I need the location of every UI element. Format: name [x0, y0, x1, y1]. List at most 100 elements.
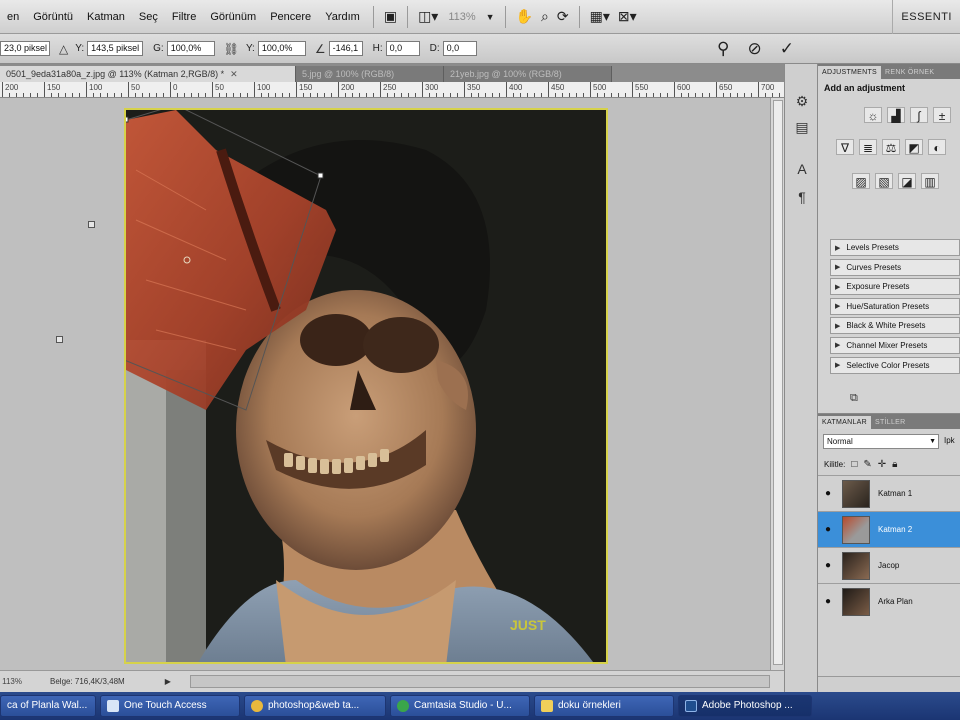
screen-toggle-icon[interactable]: ⊠▾ — [614, 5, 641, 29]
visibility-eye-icon[interactable]: ● — [818, 524, 838, 535]
taskbar-item-camtasia[interactable]: Camtasia Studio - U... — [390, 695, 530, 717]
tab-styles[interactable]: STİLLER — [871, 416, 910, 429]
taskbar-item-folder[interactable]: doku örnekleri — [534, 695, 674, 717]
lock-transparency-icon[interactable]: □ — [851, 459, 857, 470]
ruler-label: 150 — [47, 83, 61, 92]
zoom-icon[interactable]: ⌕ — [537, 5, 553, 29]
transform-handle[interactable] — [126, 116, 129, 123]
transform-center-point[interactable] — [183, 256, 191, 264]
lock-all-icon[interactable]: 🔒︎ — [892, 459, 897, 470]
layer-row-background[interactable]: ● Arka Plan — [818, 583, 960, 619]
preset-exposure[interactable]: ▶ Exposure Presets — [830, 278, 960, 296]
folder-icon — [541, 700, 553, 712]
x-position-field[interactable]: 23,0 piksel — [0, 41, 50, 56]
link-icon[interactable]: △ — [59, 42, 68, 56]
tab-document-2[interactable]: 5.jpg @ 100% (RGB/8) — [296, 66, 444, 82]
transform-handle-bottom-left[interactable] — [56, 336, 63, 343]
commit-transform-icon[interactable]: ✓ — [780, 39, 794, 59]
horizontal-scrollbar[interactable] — [190, 675, 770, 688]
actions-icon[interactable]: ▤ — [793, 118, 811, 136]
vertical-scrollbar-thumb[interactable] — [773, 100, 783, 665]
taskbar-item-browser[interactable]: photoshop&web ta... — [244, 695, 386, 717]
preset-selective-color[interactable]: ▶ Selective Color Presets — [830, 356, 960, 374]
status-arrow-icon[interactable]: ▶ — [165, 677, 171, 686]
history-icon[interactable]: ⚙ — [793, 92, 811, 110]
zoom-level[interactable]: 113% — [442, 11, 481, 23]
transform-bounding-box[interactable] — [126, 110, 608, 664]
preset-curves[interactable]: ▶ Curves Presets — [830, 258, 960, 276]
hand-icon[interactable]: ✋ — [512, 5, 537, 29]
chain-icon[interactable]: ⛓ — [224, 42, 239, 56]
threshold-icon[interactable]: ◪ — [898, 173, 916, 189]
clip-to-layer-icon[interactable]: ⧉ — [850, 392, 858, 405]
preset-levels[interactable]: ▶ Levels Presets — [830, 239, 960, 256]
bridge-icon[interactable]: ▣ — [380, 5, 401, 29]
paragraph-icon[interactable]: ¶ — [793, 188, 811, 206]
cancel-transform-icon[interactable]: ⊘ — [748, 39, 762, 59]
menu-item-image[interactable]: en — [0, 0, 26, 34]
curves-icon[interactable]: ∫ — [910, 107, 928, 123]
menu-item-window[interactable]: Pencere — [263, 0, 318, 34]
menu-item-view2[interactable]: Görünüm — [203, 0, 263, 34]
tab-swatches[interactable]: RENK ÖRNEK — [881, 66, 938, 79]
invert-icon[interactable]: ▨ — [852, 173, 870, 189]
height-field[interactable]: 100,0% — [257, 41, 306, 56]
menu-item-select[interactable]: Seç — [132, 0, 165, 34]
lock-pixels-icon[interactable]: ✎ — [863, 459, 871, 470]
taskbar-item-photoshop[interactable]: Adobe Photoshop ... — [678, 695, 812, 717]
ruler-tick — [331, 93, 332, 97]
gradient-map-icon[interactable]: ▥ — [921, 173, 939, 189]
workspace-switcher[interactable]: ESSENTI — [892, 0, 960, 34]
vertical-scrollbar[interactable] — [770, 98, 784, 670]
vertical-skew-field[interactable]: 0,0 — [442, 41, 477, 56]
tab-document-1[interactable]: 0501_9eda31a80a_z.jpg @ 113% (Katman 2,R… — [0, 66, 296, 82]
preset-channel-mixer[interactable]: ▶ Channel Mixer Presets — [830, 336, 960, 354]
color-balance-icon[interactable]: ⚖ — [882, 139, 900, 155]
width-field[interactable]: 100,0% — [166, 41, 215, 56]
posterize-icon[interactable]: ▧ — [875, 173, 893, 189]
angle-field[interactable]: -146,1 — [328, 41, 363, 56]
arrange-documents-icon[interactable]: ▦▾ — [586, 5, 614, 29]
layer-row-jacop[interactable]: ● Jacop — [818, 547, 960, 583]
close-icon[interactable]: ✕ — [230, 66, 238, 82]
status-zoom[interactable]: 113% — [0, 677, 22, 686]
exposure-icon[interactable]: ± — [933, 107, 951, 123]
blend-mode-select[interactable]: Normal ▼ — [823, 434, 939, 449]
expand-arrow-icon: ▶ — [835, 244, 841, 252]
warp-icon[interactable]: ⚲ — [717, 39, 729, 59]
visibility-eye-icon[interactable]: ● — [818, 560, 838, 571]
visibility-eye-icon[interactable]: ● — [818, 488, 838, 499]
chevron-down-icon[interactable]: ▼ — [482, 5, 499, 29]
lock-position-icon[interactable]: ✛ — [878, 459, 886, 470]
tab-document-3[interactable]: 21yeb.jpg @ 100% (RGB/8) — [444, 66, 612, 82]
rotate-view-icon[interactable]: ⟳ — [553, 5, 573, 29]
photo-filter-icon[interactable]: ◐ — [928, 139, 946, 155]
taskbar-item-1[interactable]: ca of Planla Wal... — [0, 695, 96, 717]
tab-adjustments[interactable]: ADJUSTMENTS — [818, 66, 882, 79]
vibrance-icon[interactable]: ∇ — [836, 139, 854, 155]
y-position-field[interactable]: 143,5 piksel — [87, 41, 144, 56]
transform-handle-left-middle[interactable] — [88, 221, 95, 228]
visibility-eye-icon[interactable]: ● — [818, 596, 838, 607]
screen-mode-icon[interactable]: ◫▾ — [414, 5, 442, 29]
document-canvas[interactable]: JUST — [124, 108, 608, 664]
horizontal-skew-field[interactable]: 0,0 — [385, 41, 420, 56]
canvas-area[interactable]: JUST — [0, 98, 784, 670]
black-white-icon[interactable]: ◩ — [905, 139, 923, 155]
menu-item-view[interactable]: Görüntü — [26, 0, 80, 34]
hue-saturation-icon[interactable]: ≣ — [859, 139, 877, 155]
transform-handle[interactable] — [317, 172, 324, 179]
levels-icon[interactable]: ▟ — [887, 107, 905, 123]
preset-hue-saturation[interactable]: ▶ Hue/Saturation Presets — [830, 297, 960, 315]
preset-black-white[interactable]: ▶ Black & White Presets — [830, 317, 960, 335]
tab-layers[interactable]: KATMANLAR — [818, 416, 871, 429]
brightness-icon[interactable]: ☼ — [864, 107, 882, 123]
layer-row-katman-2[interactable]: ● Katman 2 — [818, 511, 960, 547]
taskbar-item-one-touch[interactable]: One Touch Access — [100, 695, 240, 717]
menu-item-help[interactable]: Yardım — [318, 0, 367, 34]
menu-item-filter[interactable]: Filtre — [165, 0, 203, 34]
character-icon[interactable]: A — [793, 160, 811, 178]
menu-item-layer[interactable]: Katman — [80, 0, 132, 34]
layer-row-katman-1[interactable]: ● Katman 1 — [818, 475, 960, 511]
ruler-tick — [254, 82, 255, 97]
